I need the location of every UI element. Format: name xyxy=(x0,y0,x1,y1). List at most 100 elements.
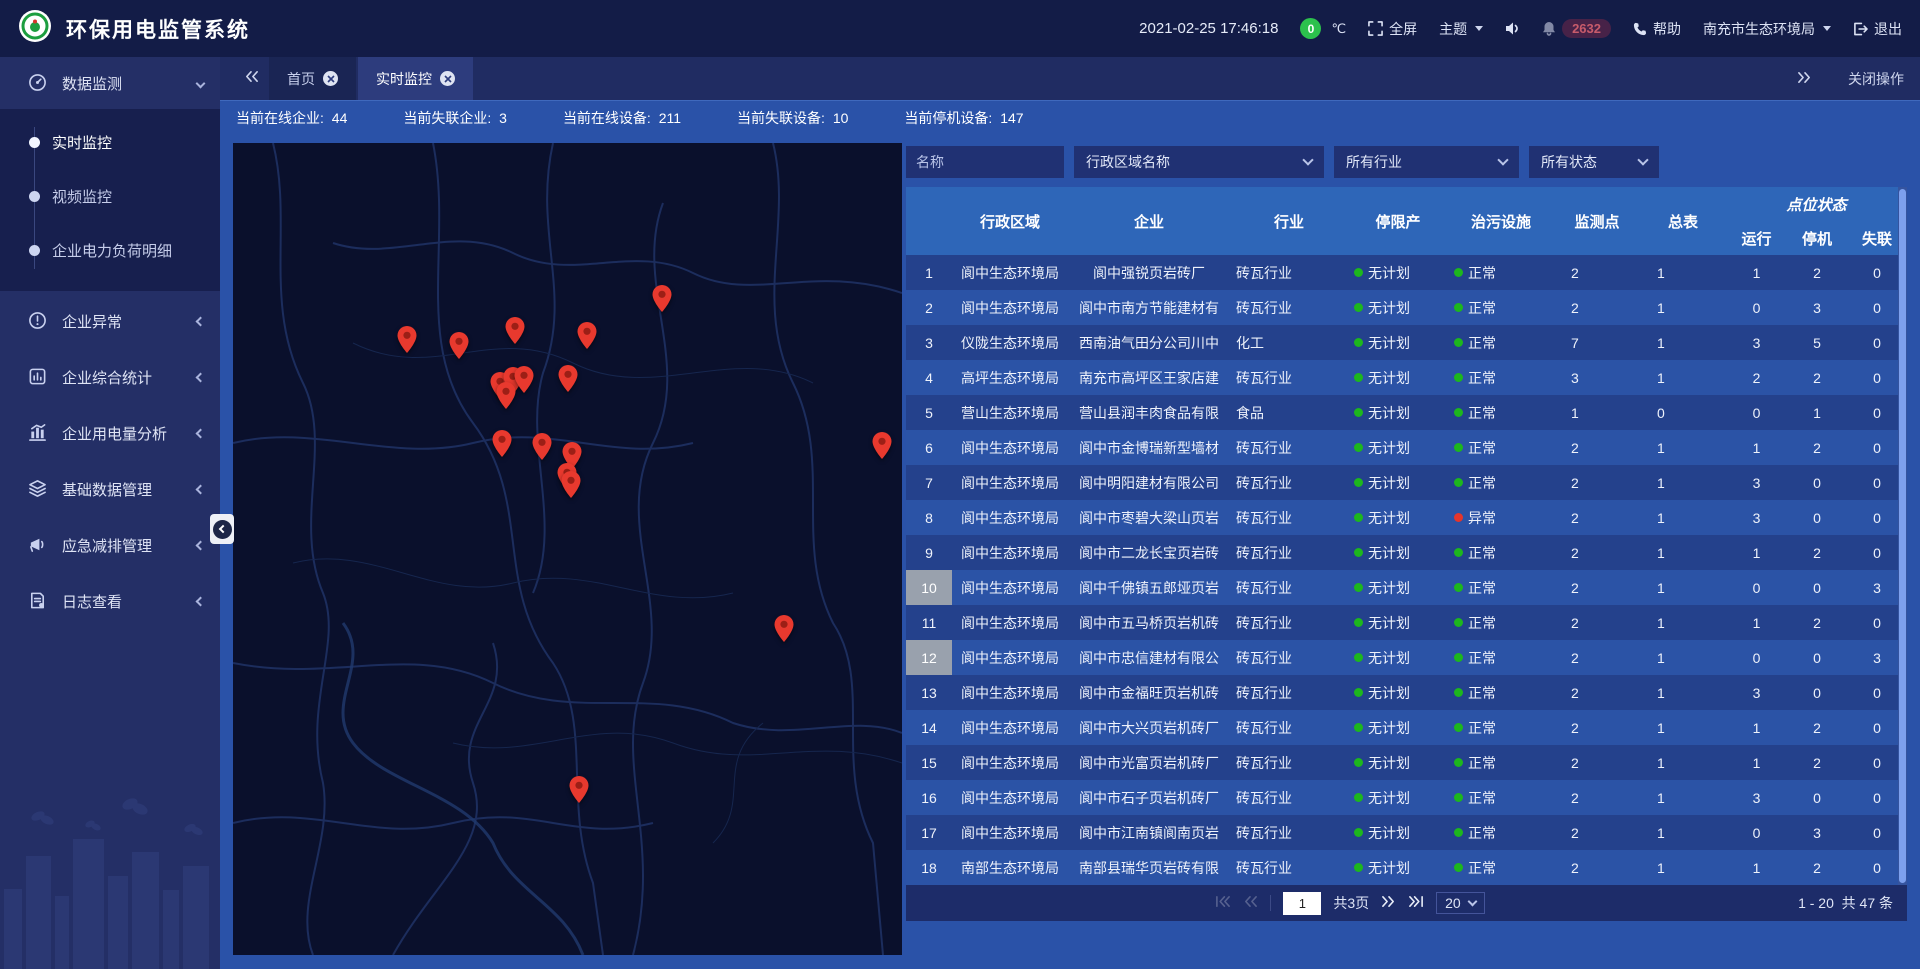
sidebar-group-header[interactable]: 数据监测 xyxy=(0,57,220,109)
tab-close-icon[interactable] xyxy=(323,71,338,86)
cell-index: 17 xyxy=(906,815,952,850)
help-button[interactable]: 帮助 xyxy=(1633,19,1681,39)
cell-limit-status: 无计划 xyxy=(1348,710,1448,745)
stat-item: 当前失联企业: 3 xyxy=(403,108,507,128)
map-pin-icon[interactable] xyxy=(559,365,578,397)
table-row[interactable]: 16 阆中生态环境局 阆中市石子页岩机砖厂 砖瓦行业 无计划 正常 2 1 3 … xyxy=(906,780,1907,815)
sidebar-group-header[interactable]: 应急减排管理 xyxy=(0,519,220,571)
next-page-button[interactable] xyxy=(1381,895,1396,911)
sidebar-item-link[interactable]: 企业电力负荷明细 xyxy=(0,223,220,277)
cell-points: 2 xyxy=(1554,500,1640,535)
name-filter-input[interactable] xyxy=(906,146,1064,178)
table-row[interactable]: 2 阆中生态环境局 阆中市南方节能建材有 砖瓦行业 无计划 正常 2 1 0 3… xyxy=(906,290,1907,325)
sidebar-group: 企业异常 xyxy=(0,295,220,347)
map-pin-icon[interactable] xyxy=(652,285,671,317)
sidebar-group-header[interactable]: 企业异常 xyxy=(0,295,220,347)
table-row[interactable]: 15 阆中生态环境局 阆中市光富页岩机砖厂 砖瓦行业 无计划 正常 2 1 1 … xyxy=(906,745,1907,780)
map-pin-icon[interactable] xyxy=(533,433,552,465)
sidebar-item-active[interactable]: 实时监控 xyxy=(0,115,220,169)
sidebar-group-header[interactable]: 企业用电量分析 xyxy=(0,407,220,459)
alarm-indicator[interactable]: 2632 xyxy=(1542,19,1611,38)
cell-run: 0 xyxy=(1726,570,1787,605)
table-row[interactable]: 11 阆中生态环境局 阆中市五马桥页岩机砖 砖瓦行业 无计划 正常 2 1 1 … xyxy=(906,605,1907,640)
tab[interactable]: 首页 xyxy=(269,57,356,100)
table-row[interactable]: 18 南部生态环境局 南部县瑞华页岩砖有限 砖瓦行业 无计划 正常 2 1 1 … xyxy=(906,850,1907,885)
map-pin-icon[interactable] xyxy=(569,776,588,808)
cell-run: 0 xyxy=(1726,815,1787,850)
first-page-button[interactable] xyxy=(1215,895,1231,911)
table-row[interactable]: 12 阆中生态环境局 阆中市忠信建材有限公 砖瓦行业 无计划 正常 2 1 0 … xyxy=(906,640,1907,675)
tab[interactable]: 实时监控 xyxy=(358,57,473,100)
table-scrollbar[interactable] xyxy=(1898,187,1907,885)
tabs-scroll-right-button[interactable] xyxy=(1787,71,1822,87)
cell-stop: 0 xyxy=(1787,640,1847,675)
tabs-scroll-left-button[interactable] xyxy=(234,57,269,100)
map-pin-icon[interactable] xyxy=(492,430,511,462)
org-dropdown[interactable]: 南充市生态环境局 xyxy=(1703,19,1831,39)
cell-meters: 1 xyxy=(1640,465,1726,500)
filter-select[interactable]: 所有行业 xyxy=(1334,146,1519,178)
map-pin-icon[interactable] xyxy=(872,432,891,464)
map-panel[interactable] xyxy=(233,143,902,955)
map-pin-icon[interactable] xyxy=(397,326,416,358)
table-row[interactable]: 5 营山生态环境局 营山县润丰肉食品有限 食品 无计划 正常 1 0 0 1 0 xyxy=(906,395,1907,430)
cell-stop: 0 xyxy=(1787,465,1847,500)
mute-button[interactable] xyxy=(1505,22,1520,35)
cell-stop: 0 xyxy=(1787,500,1847,535)
map-pin-icon[interactable] xyxy=(577,322,596,354)
filter-select[interactable]: 行政区域名称 xyxy=(1074,146,1324,178)
table-row[interactable]: 10 阆中生态环境局 阆中千佛镇五郎垭页岩 砖瓦行业 无计划 正常 2 1 0 … xyxy=(906,570,1907,605)
table-row[interactable]: 7 阆中生态环境局 阆中明阳建材有限公司 砖瓦行业 无计划 正常 2 1 3 0… xyxy=(906,465,1907,500)
stat-item: 当前失联设备: 10 xyxy=(737,108,848,128)
speaker-icon xyxy=(1505,22,1520,35)
sidebar-group-header[interactable]: 基础数据管理 xyxy=(0,463,220,515)
page-size-select[interactable]: 20 xyxy=(1436,892,1485,914)
cell-index: 9 xyxy=(906,535,952,570)
prev-page-button[interactable] xyxy=(1243,895,1258,911)
col-header-index xyxy=(906,187,952,255)
cell-points: 2 xyxy=(1554,675,1640,710)
table-row[interactable]: 4 高坪生态环境局 南充市高坪区王家店建 砖瓦行业 无计划 正常 3 1 2 2… xyxy=(906,360,1907,395)
theme-dropdown[interactable]: 主题 xyxy=(1439,19,1483,39)
map-pin-icon[interactable] xyxy=(450,332,469,364)
table-row[interactable]: 13 阆中生态环境局 阆中市金福旺页岩机砖 砖瓦行业 无计划 正常 2 1 3 … xyxy=(906,675,1907,710)
map-pin-icon[interactable] xyxy=(506,317,525,349)
map-pin-icon[interactable] xyxy=(561,471,580,503)
cell-meters: 1 xyxy=(1640,290,1726,325)
sidebar-item-link[interactable]: 视频监控 xyxy=(0,169,220,223)
cell-industry: 砖瓦行业 xyxy=(1230,710,1348,745)
cell-stop: 2 xyxy=(1787,255,1847,290)
cell-points: 2 xyxy=(1554,290,1640,325)
cell-industry: 砖瓦行业 xyxy=(1230,605,1348,640)
map-pin-icon[interactable] xyxy=(775,615,794,647)
sidebar-group-header[interactable]: 日志查看 xyxy=(0,575,220,627)
table-row[interactable]: 1 阆中生态环境局 阆中强锐页岩砖厂 砖瓦行业 无计划 正常 2 1 1 2 0 xyxy=(906,255,1907,290)
map-pin-icon[interactable] xyxy=(496,382,515,414)
table-row[interactable]: 17 阆中生态环境局 阆中市江南镇阆南页岩 砖瓦行业 无计划 正常 2 1 0 … xyxy=(906,815,1907,850)
table-row[interactable]: 14 阆中生态环境局 阆中市大兴页岩机砖厂 砖瓦行业 无计划 正常 2 1 1 … xyxy=(906,710,1907,745)
map-collapse-handle[interactable] xyxy=(210,514,234,544)
close-operations-button[interactable]: 关闭操作 xyxy=(1848,69,1904,89)
tab-close-icon[interactable] xyxy=(440,71,455,86)
cell-facility-status: 正常 xyxy=(1448,745,1554,780)
table-row[interactable]: 9 阆中生态环境局 阆中市二龙长宝页岩砖 砖瓦行业 无计划 正常 2 1 1 2… xyxy=(906,535,1907,570)
page-number-input[interactable] xyxy=(1283,892,1321,915)
cell-limit-status: 无计划 xyxy=(1348,290,1448,325)
cell-index: 10 xyxy=(906,570,952,605)
cell-industry: 砖瓦行业 xyxy=(1230,850,1348,885)
table-row[interactable]: 8 阆中生态环境局 阆中市枣碧大梁山页岩 砖瓦行业 无计划 异常 2 1 3 0… xyxy=(906,500,1907,535)
table-row[interactable]: 6 阆中生态环境局 阆中市金博瑞新型墙材 砖瓦行业 无计划 正常 2 1 1 2… xyxy=(906,430,1907,465)
cell-index: 18 xyxy=(906,850,952,885)
last-page-button[interactable] xyxy=(1408,895,1424,911)
filter-select[interactable]: 所有状态 xyxy=(1529,146,1659,178)
cell-index: 15 xyxy=(906,745,952,780)
cell-region: 阆中生态环境局 xyxy=(952,745,1068,780)
map-pin-icon[interactable] xyxy=(515,366,534,398)
cell-stop: 2 xyxy=(1787,850,1847,885)
sidebar-group-header[interactable]: 企业综合统计 xyxy=(0,351,220,403)
fullscreen-button[interactable]: 全屏 xyxy=(1368,19,1417,39)
cell-meters: 1 xyxy=(1640,500,1726,535)
table-row[interactable]: 3 仪陇生态环境局 西南油气田分公司川中 化工 无计划 正常 7 1 3 5 0 xyxy=(906,325,1907,360)
cell-region: 仪陇生态环境局 xyxy=(952,325,1068,360)
logout-button[interactable]: 退出 xyxy=(1853,19,1902,39)
